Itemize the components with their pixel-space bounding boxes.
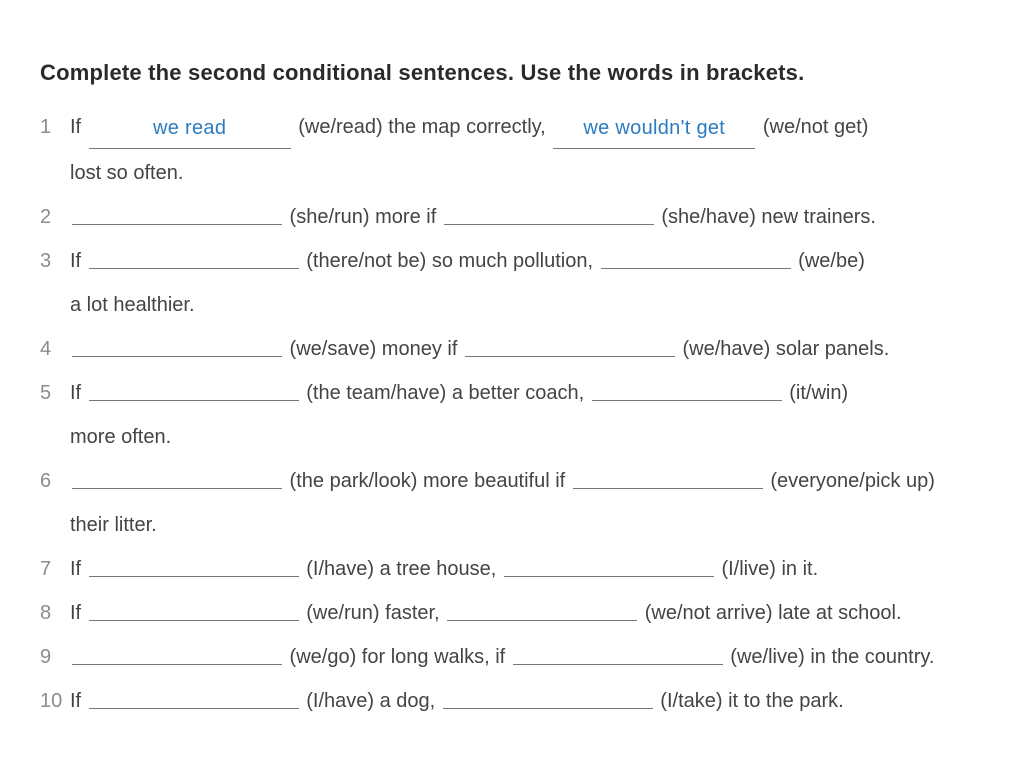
worksheet-page: Complete the second conditional sentence… — [0, 0, 1024, 766]
exercise-item: 9 (we/go) for long walks, if (we/live) i… — [40, 638, 984, 676]
item-number: 10 — [40, 682, 70, 720]
filled-blank[interactable]: we read — [89, 109, 291, 149]
bracket-hint: (she/have) new trainers. — [656, 206, 876, 228]
item-number: 4 — [40, 330, 70, 368]
sentence: If (I/have) a dog, (I/take) it to the pa… — [70, 682, 984, 720]
sentence: If (there/not be) so much pollution, (we… — [70, 242, 984, 280]
exercise-item: 1 If we read (we/read) the map correctly… — [40, 108, 984, 148]
blank-input[interactable] — [89, 687, 299, 709]
blank-input[interactable] — [504, 555, 714, 577]
blank-input[interactable] — [443, 687, 653, 709]
text-segment: If — [70, 690, 87, 712]
sentence-continuation: lost so often. — [70, 154, 984, 192]
bracket-hint: (the park/look) more beautiful if — [284, 470, 571, 492]
item-number: 1 — [40, 108, 70, 146]
exercise-item: 6 (the park/look) more beautiful if (eve… — [40, 462, 984, 500]
blank-input[interactable] — [72, 335, 282, 357]
sentence: If (the team/have) a better coach, (it/w… — [70, 374, 984, 412]
text-segment: If — [70, 382, 87, 404]
sentence: (she/run) more if (she/have) new trainer… — [70, 198, 984, 236]
bracket-hint: (we/not arrive) late at school. — [639, 602, 901, 624]
blank-input[interactable] — [573, 467, 763, 489]
item-number: 5 — [40, 374, 70, 412]
blank-input[interactable] — [513, 643, 723, 665]
exercise-item: 4 (we/save) money if (we/have) solar pan… — [40, 330, 984, 368]
bracket-hint: (we/read) the map correctly, — [293, 116, 552, 138]
bracket-hint: (we/live) in the country. — [725, 646, 935, 668]
text-segment: If — [70, 250, 87, 272]
blank-input[interactable] — [72, 643, 282, 665]
filled-blank[interactable]: we wouldn't get — [553, 109, 755, 149]
bracket-hint: (I/take) it to the park. — [655, 690, 844, 712]
exercise-item: 7 If (I/have) a tree house, (I/live) in … — [40, 550, 984, 588]
sentence-continuation: their litter. — [70, 506, 984, 544]
instruction-heading: Complete the second conditional sentence… — [40, 60, 984, 86]
bracket-hint: (we/save) money if — [284, 338, 463, 360]
bracket-hint: (I/live) in it. — [716, 558, 818, 580]
blank-input[interactable] — [447, 599, 637, 621]
exercise-item: 5 If (the team/have) a better coach, (it… — [40, 374, 984, 412]
exercise-item: 2 (she/run) more if (she/have) new train… — [40, 198, 984, 236]
exercise-list: 1 If we read (we/read) the map correctly… — [40, 108, 984, 720]
blank-input[interactable] — [601, 247, 791, 269]
text-segment: If — [70, 602, 87, 624]
sentence: If we read (we/read) the map correctly, … — [70, 108, 984, 148]
bracket-hint: (we/have) solar panels. — [677, 338, 889, 360]
item-number: 8 — [40, 594, 70, 632]
bracket-hint: (I/have) a tree house, — [301, 558, 502, 580]
bracket-hint: (everyone/pick up) — [765, 470, 935, 492]
blank-input[interactable] — [89, 555, 299, 577]
blank-input[interactable] — [592, 379, 782, 401]
exercise-item: 10 If (I/have) a dog, (I/take) it to the… — [40, 682, 984, 720]
sentence-continuation: a lot healthier. — [70, 286, 984, 324]
bracket-hint: (we/be) — [793, 250, 865, 272]
bracket-hint: (we/not get) — [757, 116, 868, 138]
bracket-hint: (there/not be) so much pollution, — [301, 250, 599, 272]
blank-input[interactable] — [465, 335, 675, 357]
item-number: 2 — [40, 198, 70, 236]
bracket-hint: (I/have) a dog, — [301, 690, 441, 712]
text-segment: If — [70, 116, 87, 138]
text-segment: If — [70, 558, 87, 580]
sentence-continuation: more often. — [70, 418, 984, 456]
sentence: If (we/run) faster, (we/not arrive) late… — [70, 594, 984, 632]
blank-input[interactable] — [89, 599, 299, 621]
sentence: (the park/look) more beautiful if (every… — [70, 462, 984, 500]
blank-input[interactable] — [89, 247, 299, 269]
sentence: (we/save) money if (we/have) solar panel… — [70, 330, 984, 368]
bracket-hint: (it/win) — [784, 382, 848, 404]
blank-input[interactable] — [72, 203, 282, 225]
item-number: 9 — [40, 638, 70, 676]
item-number: 3 — [40, 242, 70, 280]
bracket-hint: (she/run) more if — [284, 206, 442, 228]
sentence: (we/go) for long walks, if (we/live) in … — [70, 638, 984, 676]
item-number: 6 — [40, 462, 70, 500]
sentence: If (I/have) a tree house, (I/live) in it… — [70, 550, 984, 588]
exercise-item: 3 If (there/not be) so much pollution, (… — [40, 242, 984, 280]
bracket-hint: (the team/have) a better coach, — [301, 382, 590, 404]
blank-input[interactable] — [444, 203, 654, 225]
bracket-hint: (we/run) faster, — [301, 602, 446, 624]
blank-input[interactable] — [89, 379, 299, 401]
item-number: 7 — [40, 550, 70, 588]
exercise-item: 8 If (we/run) faster, (we/not arrive) la… — [40, 594, 984, 632]
blank-input[interactable] — [72, 467, 282, 489]
bracket-hint: (we/go) for long walks, if — [284, 646, 511, 668]
